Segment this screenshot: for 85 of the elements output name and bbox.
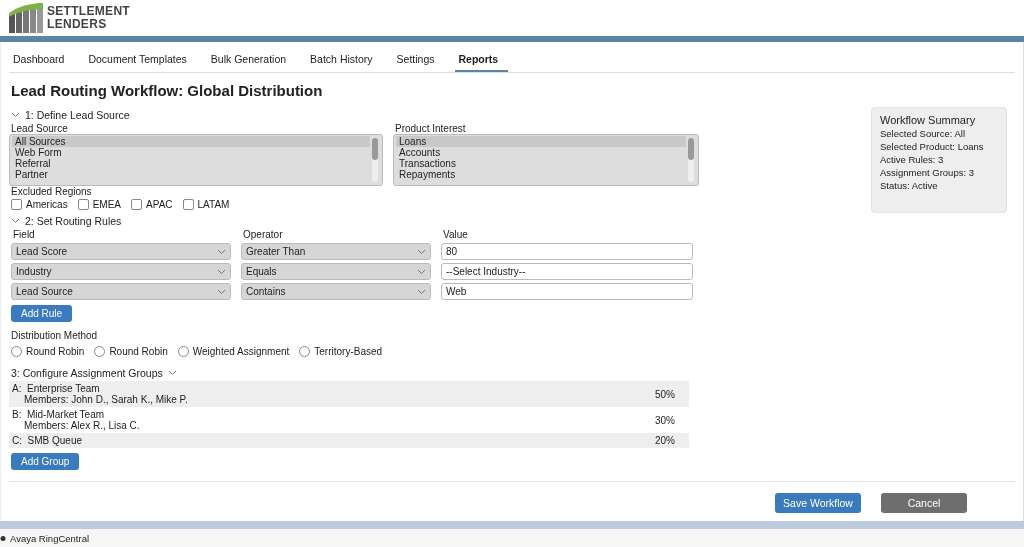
checkbox[interactable] (77, 199, 89, 210)
page-title: Lead Routing Workflow: Global Distribution (11, 82, 323, 99)
summary-line: Assignment Groups: 3 (880, 167, 975, 178)
field-select[interactable]: Industry (11, 263, 231, 280)
logo-text: SETTLEMENT (47, 5, 130, 18)
value-field[interactable]: --Select Industry-- (441, 263, 693, 280)
field-label: Product Interest (395, 123, 467, 134)
checkbox-label: EMEA (92, 199, 122, 210)
radio-button[interactable] (94, 346, 106, 357)
summary-line: Selected Product: Loans (880, 141, 985, 152)
summary-line: Status: Active (880, 180, 939, 191)
action-button[interactable]: Cancel (881, 493, 967, 513)
operator-select[interactable]: Greater Than (241, 243, 431, 260)
checkbox[interactable] (182, 199, 194, 210)
group-name: C: SMB Queue (12, 435, 83, 446)
caret-icon (417, 248, 426, 255)
list-option[interactable]: Web Form (12, 147, 370, 158)
section-heading: 3: Configure Assignment Groups (11, 367, 163, 379)
radio-label: Territory-Based (314, 346, 383, 357)
field-select[interactable]: Lead Score (11, 243, 231, 260)
group-share: 30% (655, 414, 675, 426)
list-option[interactable]: Partner (12, 169, 370, 180)
scrollbar[interactable] (372, 138, 378, 182)
group-name: A: Enterprise Team (12, 383, 100, 394)
chevron-icon[interactable] (11, 112, 20, 118)
checkbox[interactable] (131, 199, 143, 210)
field-label: Lead Source (11, 123, 69, 134)
action-button[interactable]: Save Workflow (775, 493, 861, 513)
checkbox-label: LATAM (197, 199, 230, 210)
value-field[interactable]: Web (441, 283, 693, 300)
chevron-icon[interactable] (11, 218, 20, 224)
nav-tab[interactable]: Batch History (306, 48, 383, 72)
list-option[interactable]: Referral (12, 158, 370, 169)
logo-text: LENDERS (47, 18, 108, 31)
radio-label: Round Robin (26, 346, 85, 357)
column-label: Operator (243, 229, 284, 240)
section-heading: 2: Set Routing Rules (25, 215, 122, 227)
nav-tab[interactable]: Dashboard (9, 48, 75, 72)
list-box[interactable]: All Sources Web Form Referral Partner (9, 134, 383, 186)
field-label: Distribution Method (11, 330, 98, 341)
group-share: 50% (655, 388, 675, 400)
section-heading: 1: Define Lead Source (25, 109, 130, 121)
radio-label: Weighted Assignment (192, 346, 290, 357)
list-option[interactable]: Accounts (396, 147, 686, 158)
list-option[interactable]: All Sources (12, 136, 370, 147)
column-label: Value (443, 229, 469, 240)
column-label: Field (13, 229, 36, 240)
footer-label: Avaya RingCentral (10, 532, 90, 544)
logo-icon (9, 3, 43, 33)
group-members: Members: John D., Sarah K., Mike P. (24, 394, 188, 405)
checkbox-label: APAC (146, 199, 173, 210)
nav-tab[interactable]: Reports (454, 48, 509, 72)
summary-line: Selected Source: All (880, 128, 967, 139)
radio-button[interactable] (11, 346, 22, 357)
list-option[interactable]: Loans (396, 136, 686, 147)
checkbox[interactable] (11, 199, 22, 210)
caret-icon (217, 268, 226, 275)
summary-line: Active Rules: 3 (880, 154, 945, 165)
list-option[interactable]: Repayments (396, 169, 686, 180)
value-field[interactable]: 80 (441, 243, 693, 260)
checkbox-label: Americas (26, 199, 68, 210)
caret-icon (217, 288, 226, 295)
add-rule-button[interactable]: Add Rule (11, 305, 73, 322)
caret-icon (417, 268, 426, 275)
nav-tab[interactable]: Document Templates (84, 48, 197, 72)
field-select[interactable]: Lead Source (11, 283, 231, 300)
group-name: B: Mid-Market Team (12, 409, 106, 420)
nav-tab[interactable]: Bulk Generation (206, 48, 297, 72)
add-group-button[interactable]: Add Group (11, 453, 80, 470)
caret-icon (217, 248, 226, 255)
field-label: Excluded Regions (11, 186, 92, 197)
operator-select[interactable]: Contains (241, 283, 431, 300)
group-members: Members: Alex R., Lisa C. (24, 420, 140, 431)
group-share: 20% (655, 435, 675, 446)
list-box[interactable]: Loans Accounts Transactions Repayments (393, 134, 699, 186)
scrollbar[interactable] (688, 138, 694, 182)
radio-button[interactable] (177, 346, 189, 357)
summary-title: Workflow Summary (880, 114, 977, 126)
operator-select[interactable]: Equals (241, 263, 431, 280)
radio-button[interactable] (299, 346, 311, 357)
caret-icon (417, 288, 426, 295)
list-option[interactable]: Transactions (396, 158, 686, 169)
nav-tab[interactable]: Settings (392, 48, 445, 72)
radio-label: Round Robin (109, 346, 168, 357)
chevron-icon[interactable] (167, 370, 177, 376)
